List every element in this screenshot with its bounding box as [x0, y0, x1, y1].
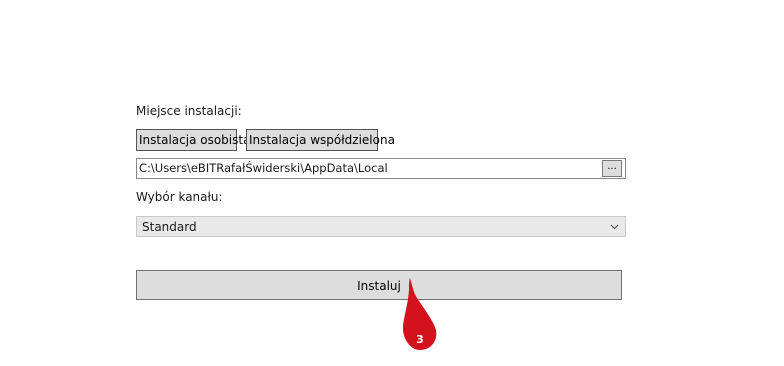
chevron-down-icon — [610, 224, 619, 230]
install-button[interactable]: Instaluj — [136, 270, 622, 300]
install-path-field[interactable]: C:\Users\eBITRafałŚwiderski\AppData\Loca… — [136, 158, 626, 179]
install-path-value: C:\Users\eBITRafałŚwiderski\AppData\Loca… — [139, 161, 388, 175]
shared-install-button[interactable]: Instalacja współdzielona — [246, 129, 395, 151]
channel-label: Wybór kanału: — [136, 190, 223, 204]
step-number: 3 — [416, 333, 424, 346]
install-location-label: Miejsce instalacji: — [136, 104, 242, 118]
channel-select[interactable]: Standard — [136, 216, 626, 237]
personal-install-button[interactable]: Instalacja osobista — [136, 129, 250, 151]
installer-panel: Miejsce instalacji: Instalacja osobista … — [0, 0, 784, 366]
browse-button[interactable]: ... — [602, 160, 622, 177]
channel-selected-value: Standard — [142, 220, 197, 234]
